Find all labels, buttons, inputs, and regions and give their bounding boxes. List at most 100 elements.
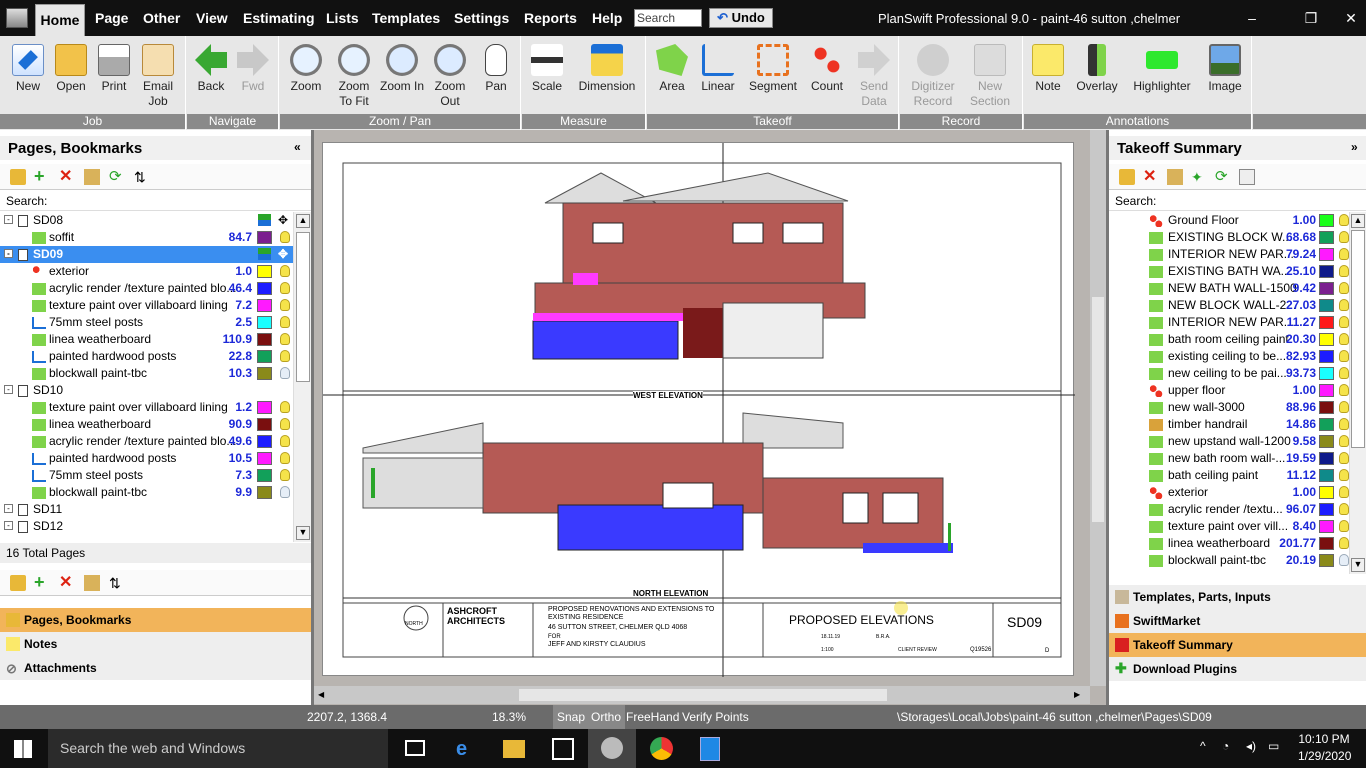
file-explorer-icon[interactable] [503,740,525,758]
visibility-bulb-icon[interactable] [1339,554,1349,566]
visibility-bulb-icon[interactable] [280,435,290,447]
takeoff-summary-row[interactable]: EXISTING BLOCK W... 68.68 [1109,229,1349,246]
tray-chevron-icon[interactable]: ^ [1200,739,1206,753]
takeoff-summary-row[interactable]: blockwall paint-tbc 20.19 [1109,552,1349,569]
keyboard-icon[interactable]: ▭ [1268,739,1279,753]
color-swatch[interactable] [1319,214,1334,227]
scroll-down-icon[interactable]: ▼ [296,526,310,540]
maximize-icon[interactable]: ❐ [1296,10,1326,27]
digitizer-record-button[interactable]: Digitizer Record [906,40,960,109]
visibility-bulb-icon[interactable] [280,333,290,345]
visibility-bulb-icon[interactable] [1339,367,1349,379]
visibility-bulb-icon[interactable] [280,367,290,379]
grid-icon[interactable] [1239,169,1255,185]
color-swatch[interactable] [1319,520,1334,533]
expand-toggle-icon[interactable]: - [4,504,13,513]
accordion-swiftmarket[interactable]: SwiftMarket [1109,609,1366,633]
color-swatch[interactable] [1319,401,1334,414]
accordion-takeoff-summary[interactable]: Takeoff Summary [1109,633,1366,657]
takeoff-item-row[interactable]: exterior 1.0 [0,263,293,280]
color-swatch[interactable] [1319,367,1334,380]
color-swatch[interactable] [257,316,272,329]
takeoff-summary-row[interactable]: new wall-3000 88.96 [1109,399,1349,416]
visibility-bulb-icon[interactable] [1339,452,1349,464]
takeoff-item-row[interactable]: 75mm steel posts 2.5 [0,314,293,331]
clock-date[interactable]: 1/29/2020 [1298,749,1351,763]
takeoff-summary-row[interactable]: bath ceiling paint 11.12 [1109,467,1349,484]
visibility-bulb-icon[interactable] [1339,248,1349,260]
color-swatch[interactable] [257,282,272,295]
visibility-bulb-icon[interactable] [1339,350,1349,362]
color-swatch[interactable] [1319,554,1334,567]
takeoff-summary-row[interactable]: existing ceiling to be... 82.93 [1109,348,1349,365]
accordion-pages-bookmarks[interactable]: Pages, Bookmarks [0,608,311,632]
chrome-icon[interactable] [650,737,673,760]
color-swatch[interactable] [257,435,272,448]
color-swatch[interactable] [257,350,272,363]
undo-button[interactable]: ↶ Undo [709,8,773,28]
color-swatch[interactable] [257,299,272,312]
page-row[interactable]: - SD11 [0,501,293,518]
scroll-left-icon[interactable]: ◀ [318,690,324,699]
back-button[interactable]: Back [188,40,234,94]
color-swatch[interactable] [1319,350,1334,363]
takeoff-item-row[interactable]: texture paint over villaboard lining 1.2 [0,399,293,416]
refresh-icon[interactable]: ⟳ [1215,169,1231,185]
takeoff-item-row[interactable]: linea weatherboard 90.9 [0,416,293,433]
color-swatch[interactable] [257,231,272,244]
color-swatch[interactable] [257,367,272,380]
takeoff-summary-row[interactable]: new bath room wall-... 19.59 [1109,450,1349,467]
sort-icon[interactable]: ⇅ [134,169,150,185]
search-input[interactable]: Search [634,9,702,27]
visibility-bulb-icon[interactable] [280,418,290,430]
visibility-bulb-icon[interactable] [1339,520,1349,532]
takeoff-summary-row[interactable]: upper floor 1.00 [1109,382,1349,399]
tab-lists[interactable]: Lists [326,10,359,26]
tab-templates[interactable]: Templates [372,10,440,26]
takeoff-item-row[interactable]: 75mm steel posts 7.3 [0,467,293,484]
visibility-bulb-icon[interactable] [1339,231,1349,243]
visibility-bulb-icon[interactable] [280,401,290,413]
close-icon[interactable]: ✕ [1336,10,1366,27]
task-view-icon[interactable] [405,740,425,756]
takeoff-scrollbar[interactable]: ▲ ▼ [1349,212,1366,574]
visibility-bulb-icon[interactable] [1339,282,1349,294]
verify-points-toggle[interactable]: Verify Points [678,705,753,729]
takeoff-summary-row[interactable]: INTERIOR NEW PAR... 79.24 [1109,246,1349,263]
visibility-bulb-icon[interactable] [1339,503,1349,515]
color-swatch[interactable] [1319,435,1334,448]
visibility-bulb-icon[interactable] [1339,299,1349,311]
accordion-attachments[interactable]: ⊘ Attachments [0,656,311,680]
color-swatch[interactable] [257,418,272,431]
visibility-bulb-icon[interactable] [280,231,290,243]
visibility-bulb-icon[interactable] [1339,469,1349,481]
visibility-bulb-icon[interactable] [1339,401,1349,413]
count-button[interactable]: Count [804,40,850,94]
sort-icon[interactable]: ⇅ [109,575,125,591]
scroll-up-icon[interactable]: ▲ [296,214,310,228]
visibility-bulb-icon[interactable] [1339,384,1349,396]
highlighter-button[interactable]: Highlighter [1127,40,1197,94]
visibility-bulb-icon[interactable] [1339,333,1349,345]
app-menu-icon[interactable] [6,8,28,28]
scroll-thumb[interactable] [296,232,310,382]
takeoff-item-row[interactable]: blockwall paint-tbc 10.3 [0,365,293,382]
accordion-templates[interactable]: Templates, Parts, Inputs [1109,585,1366,609]
takeoff-item-row[interactable]: blockwall paint-tbc 9.9 [0,484,293,501]
visibility-bulb-icon[interactable] [280,469,290,481]
bookmark-icon[interactable] [1119,169,1135,185]
takeoff-summary-row[interactable]: NEW BLOCK WALL-2... 27.03 [1109,297,1349,314]
zoom-to-fit-button[interactable]: Zoom To Fit [331,40,377,109]
delete-icon[interactable]: ✕ [59,169,75,185]
expand-toggle-icon[interactable]: - [4,385,13,394]
snap-toggle[interactable]: Snap [553,705,590,729]
vscroll-thumb[interactable] [1092,297,1104,522]
takeoff-item-row[interactable]: texture paint over villaboard lining 7.2 [0,297,293,314]
takeoff-summary-row[interactable]: exterior 1.00 [1109,484,1349,501]
area-button[interactable]: Area [649,40,695,94]
pan-button[interactable]: Pan [473,40,519,94]
visibility-bulb-icon[interactable] [280,486,290,498]
page-layers-icon[interactable] [258,248,271,260]
store-icon[interactable] [552,738,574,760]
color-swatch[interactable] [1319,282,1334,295]
